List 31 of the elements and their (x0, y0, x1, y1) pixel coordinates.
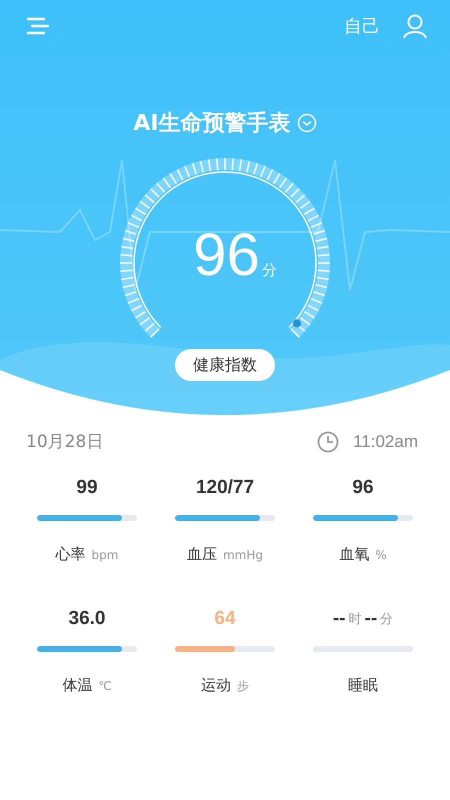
metric-label: 运动 (201, 676, 231, 695)
metric-value: 36.0 (68, 608, 106, 630)
unit-text: 分 (380, 611, 394, 628)
date-text: 10月28日 (26, 431, 104, 453)
unit-text: 时 (348, 611, 362, 628)
clock-icon (317, 430, 340, 452)
device-title[interactable]: AI生命预警手表 (133, 108, 291, 138)
metric-value: -- (332, 608, 346, 630)
unit-text: bpm (92, 548, 118, 562)
metric-value: 99 (76, 477, 98, 499)
chevron-down-icon[interactable] (296, 113, 317, 133)
menu-icon[interactable] (26, 17, 50, 35)
metric-label: 体温 (62, 676, 92, 695)
time-text: 11:02am (353, 432, 418, 452)
health-score: 96 (193, 225, 260, 285)
unit-text: ℃ (98, 679, 112, 693)
unit-text: 步 (237, 678, 249, 695)
user-icon[interactable] (402, 13, 428, 39)
metric-value: 120/77 (196, 477, 254, 499)
metric-label: 心率 (56, 545, 86, 564)
health-index-badge: 健康指数 (175, 349, 275, 381)
metric-value: -- (364, 608, 378, 630)
profile-link[interactable]: 自己 (344, 14, 380, 38)
metric-label: 血压 (186, 545, 217, 564)
metric-label: 睡眠 (348, 676, 378, 695)
score-unit: 分 (262, 261, 277, 280)
metric-label: 血氧 (339, 545, 370, 564)
metric-value: 96 (352, 477, 374, 499)
unit-text: % (375, 548, 387, 562)
unit-text: mmHg (222, 548, 264, 562)
metric-value: 64 (214, 608, 236, 630)
